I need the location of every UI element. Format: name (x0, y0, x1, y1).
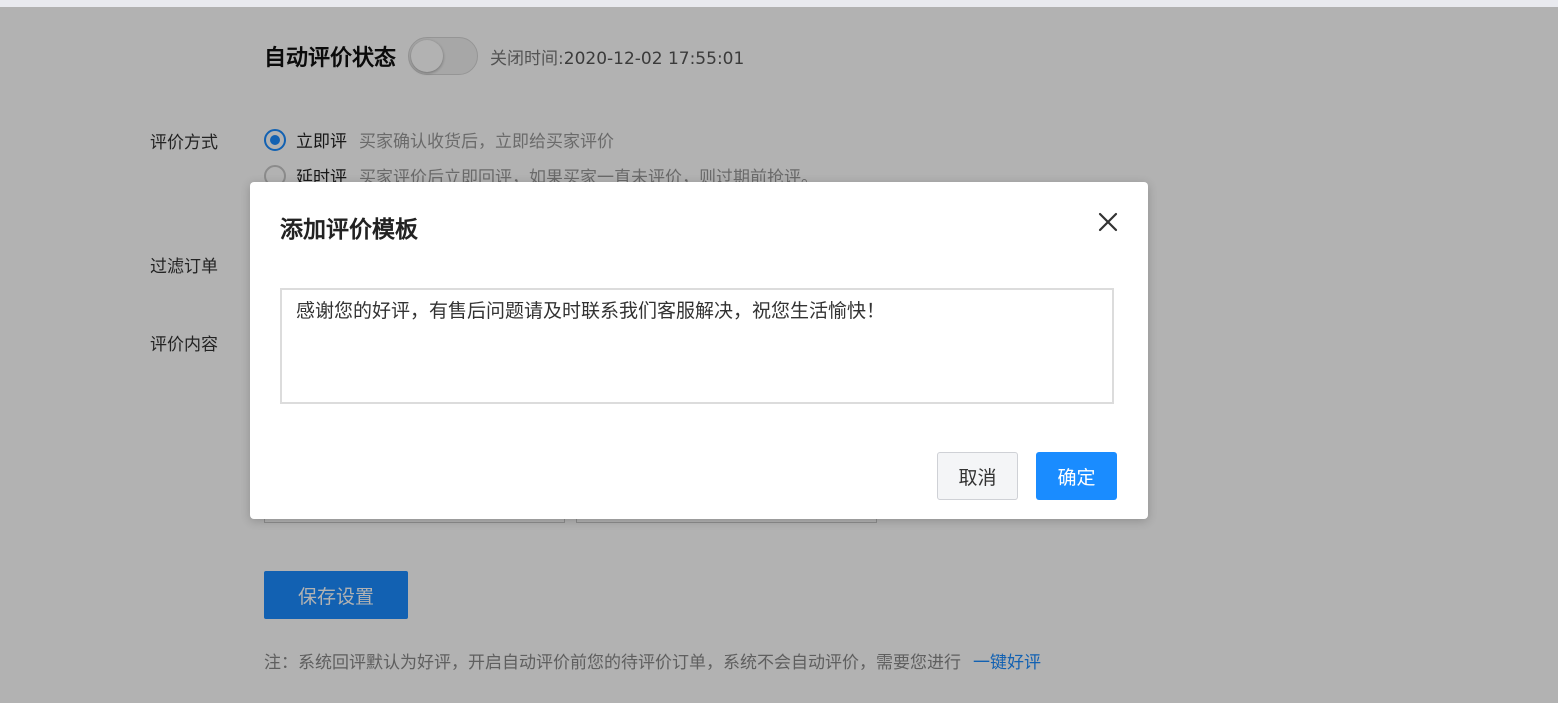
top-bar (0, 0, 1558, 7)
close-icon[interactable] (1092, 206, 1124, 238)
template-textarea[interactable]: 感谢您的好评，有售后问题请及时联系我们客服解决，祝您生活愉快！ (280, 288, 1114, 404)
confirm-button[interactable]: 确定 (1036, 452, 1117, 500)
modal-title: 添加评价模板 (280, 217, 418, 243)
cancel-button[interactable]: 取消 (937, 452, 1018, 500)
add-template-modal: 添加评价模板 感谢您的好评，有售后问题请及时联系我们客服解决，祝您生活愉快！ 取… (250, 182, 1148, 519)
